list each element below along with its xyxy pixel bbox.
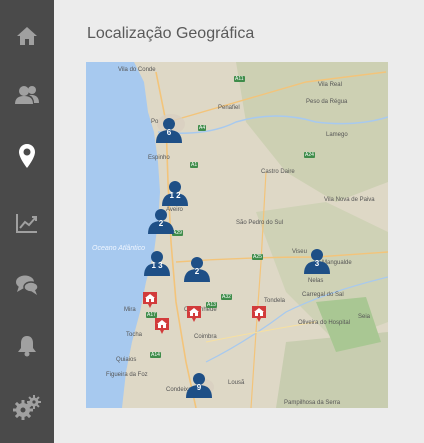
marker-count: 2 [194, 267, 200, 276]
marker-count: 3 [314, 259, 320, 268]
nav-messages[interactable] [0, 257, 54, 313]
user-marker[interactable]: 9 [184, 370, 214, 400]
road-badge: A4 [198, 125, 207, 131]
place-label: Vila do Conde [118, 67, 156, 73]
location-pin-icon [19, 144, 35, 168]
place-label: Espinho [148, 155, 170, 161]
bell-icon [18, 336, 36, 357]
gears-icon [13, 395, 41, 420]
user-marker[interactable]: 2 [146, 206, 176, 236]
user-marker[interactable]: 2 [182, 254, 212, 284]
place-label: Vila Nova de Paiva [324, 197, 375, 203]
place-label: Nelas [308, 278, 324, 284]
place-label: Tocha [126, 332, 143, 338]
users-icon [15, 86, 39, 104]
marker-count: 1 3 [151, 261, 163, 270]
place-label: Lamego [326, 132, 348, 138]
hospital-icon [252, 306, 266, 322]
marker-count: 2 [158, 219, 164, 228]
road-badge: A14 [150, 352, 161, 358]
user-marker[interactable]: 1 2 [160, 178, 190, 208]
hospital-icon [155, 318, 169, 334]
road-badge: A25 [252, 254, 263, 260]
main-content: Localização Geográfica Vila do Conde Pen… [54, 0, 424, 443]
user-marker[interactable]: 6 [154, 115, 184, 145]
nav-users[interactable] [0, 67, 54, 123]
nav-stats[interactable] [0, 195, 54, 251]
hospital-marker[interactable] [155, 318, 169, 334]
home-icon [17, 27, 37, 45]
place-label: Tondela [264, 298, 286, 304]
page-title: Localização Geográfica [87, 25, 255, 42]
place-label: Quiaios [116, 357, 137, 363]
place-label: Figueira da Foz [106, 372, 148, 378]
place-label: Vila Real [318, 82, 342, 88]
marker-count: 9 [196, 383, 202, 392]
hospital-marker[interactable] [143, 292, 157, 308]
chart-icon [16, 214, 37, 233]
road-badge: A11 [234, 76, 245, 82]
map[interactable]: Vila do Conde Penafiel Vila Real Po Espi… [86, 62, 388, 408]
road-badge: A1 [190, 162, 199, 168]
place-label: Seia [358, 314, 371, 320]
nav-home[interactable] [0, 8, 54, 64]
place-label: Lousã [228, 380, 245, 386]
place-label: Mira [124, 307, 136, 313]
sidebar [0, 0, 54, 443]
place-label: Coimbra [194, 334, 217, 340]
nav-settings[interactable] [0, 380, 54, 436]
marker-count: 6 [166, 128, 172, 137]
hospital-icon [187, 306, 201, 322]
road-badge: A32 [221, 294, 232, 300]
marker-count: 1 2 [169, 191, 181, 200]
user-marker[interactable]: 1 3 [142, 248, 172, 278]
place-label: Penafiel [218, 105, 240, 111]
user-marker[interactable]: 3 [302, 246, 332, 276]
place-label: Castro Daire [261, 169, 295, 175]
chat-icon [16, 275, 39, 295]
hospital-marker[interactable] [252, 306, 266, 322]
hospital-icon [143, 292, 157, 308]
place-label: Pampilhosa da Serra [284, 400, 341, 406]
road-badge: A13 [206, 302, 217, 308]
road-badge: A24 [304, 152, 315, 158]
hospital-marker[interactable] [187, 306, 201, 322]
ocean-label: Oceano Atlântico [92, 245, 146, 252]
place-label: Carregal do Sal [302, 292, 344, 298]
place-label: São Pedro do Sul [236, 220, 284, 226]
place-label: Oliveira do Hospital [298, 320, 351, 326]
nav-notifications[interactable] [0, 318, 54, 374]
place-label: Peso da Régua [306, 99, 348, 105]
nav-location[interactable] [0, 128, 54, 184]
